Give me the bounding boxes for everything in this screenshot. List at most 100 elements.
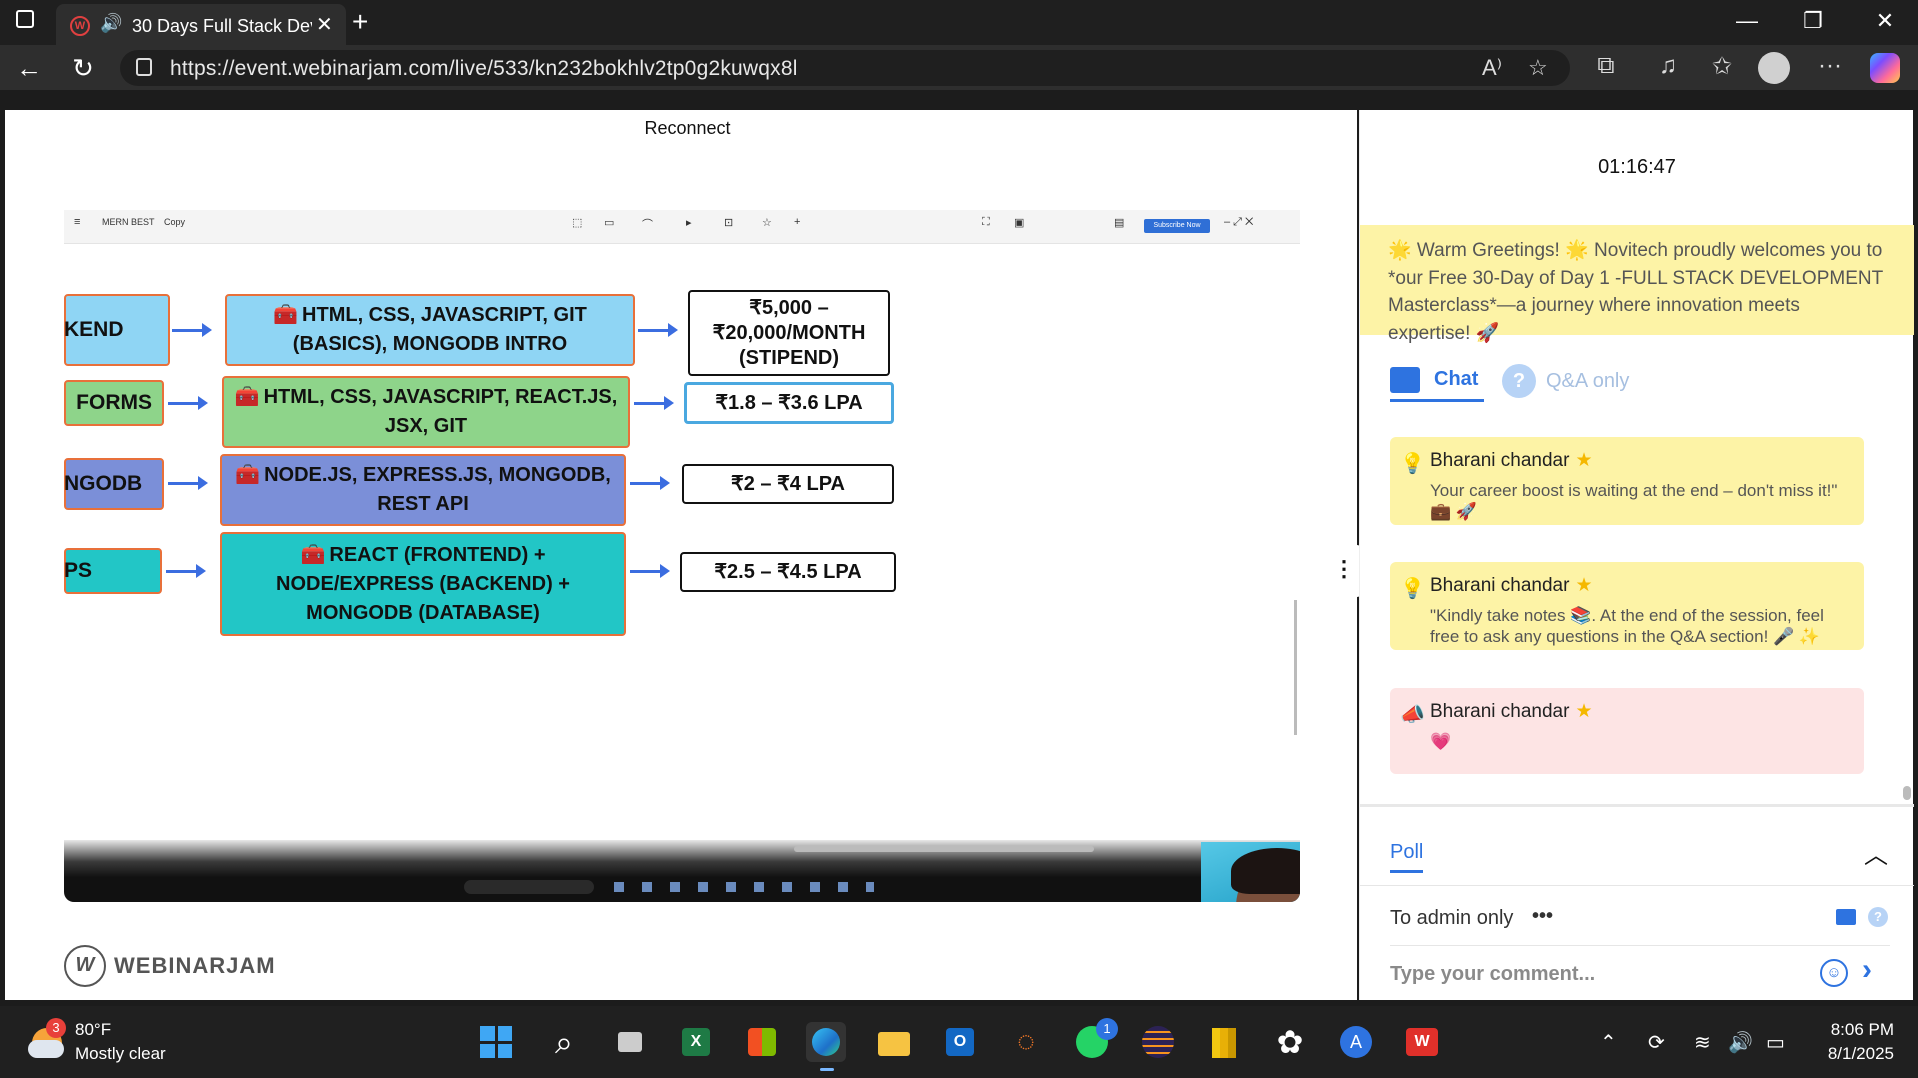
- slide-row-1-role-text: KEND: [64, 318, 124, 341]
- chat-bubble-icon[interactable]: [1836, 909, 1856, 925]
- tab-close-icon[interactable]: ✕: [316, 12, 333, 37]
- browser-essentials-icon[interactable]: ♫: [1652, 52, 1684, 80]
- more-options-icon[interactable]: ⋮: [1327, 545, 1361, 597]
- slide-row-1-skills: 🧰 HTML, CSS, JAVASCRIPT, GIT (BASICS), MO…: [225, 294, 635, 366]
- power-bi-icon[interactable]: [1204, 1022, 1244, 1062]
- whatsapp-badge: 1: [1096, 1018, 1118, 1040]
- back-arrow-icon[interactable]: ←: [12, 53, 46, 84]
- chevron-up-icon[interactable]: ⌃: [1600, 1030, 1617, 1055]
- new-tab-icon[interactable]: +: [352, 6, 368, 38]
- wps-office-icon[interactable]: W: [1402, 1022, 1442, 1062]
- slide-row-3-role-text: NGODB: [64, 472, 143, 495]
- tab-qa[interactable]: ? Q&A only: [1502, 360, 1629, 402]
- volume-icon[interactable]: 🔊: [1728, 1030, 1753, 1055]
- browser-tab[interactable]: W 🔊 30 Days Full Stack Developm ✕: [56, 4, 346, 45]
- audience-selector[interactable]: To admin only: [1390, 907, 1513, 930]
- presentation-video: ≡ MERN BEST Copy ⬚ ▭ ⌒ ▸ ⊡ ☆ + ⛶ ▣ ▤ Sub…: [64, 210, 1300, 902]
- slide-row-3-role: NGODB: [64, 458, 164, 510]
- message-text: Your career boost is waiting at the end …: [1430, 481, 1838, 521]
- favorite-star-icon[interactable]: ☆: [1528, 55, 1548, 81]
- search-icon[interactable]: ⌕: [544, 1022, 584, 1062]
- toolbox-icon: 🧰: [234, 386, 260, 408]
- copilot-icon[interactable]: [1870, 53, 1900, 83]
- shared-app-icons: [614, 882, 874, 892]
- question-icon[interactable]: ?: [1868, 907, 1888, 927]
- excel-icon[interactable]: X: [676, 1022, 716, 1062]
- tab-chat[interactable]: Chat: [1390, 360, 1485, 402]
- more-menu-icon[interactable]: ···: [1814, 52, 1846, 80]
- star-icon: ★: [1575, 575, 1593, 596]
- audience-more-icon[interactable]: •••: [1532, 905, 1553, 928]
- webinarjam-favicon-icon: W: [70, 16, 90, 36]
- chevron-up-icon[interactable]: ︿: [1864, 835, 1888, 870]
- slide-row-4-salary-text: ₹2.5 – ₹4.5 LPA: [714, 560, 862, 583]
- chat-tabs: Chat ? Q&A only: [1360, 350, 1914, 422]
- send-icon[interactable]: ›: [1862, 953, 1872, 987]
- minimize-icon[interactable]: —: [1732, 8, 1762, 34]
- divider: [1360, 885, 1914, 886]
- chat-message: 💡 Bharani chandar ★ Your career boost is …: [1390, 437, 1864, 525]
- webinarjam-mark-icon: W: [64, 945, 106, 987]
- slide-row-3-salary: ₹2 – ₹4 LPA: [682, 464, 894, 504]
- tab-actions-icon[interactable]: [16, 10, 34, 28]
- shared-screen-scrollbar: [794, 846, 1094, 852]
- window-close-icon[interactable]: ✕: [1870, 8, 1900, 34]
- cloud-icon: [28, 1040, 64, 1058]
- slide-row-3-skills-text: NODE.JS, EXPRESS.JS, MONGODB, REST API: [264, 464, 611, 515]
- tab-poll[interactable]: Poll: [1390, 841, 1424, 873]
- sync-icon[interactable]: ⟳: [1648, 1030, 1665, 1055]
- read-aloud-icon[interactable]: A⁾: [1482, 55, 1502, 81]
- edge-icon[interactable]: [806, 1022, 846, 1071]
- address-bar[interactable]: https://event.webinarjam.com/live/533/kn…: [120, 50, 1570, 86]
- slide-arrow: [168, 396, 208, 410]
- shared-tool-icon: ▣: [1014, 217, 1025, 229]
- slide-row-1-skills-text: HTML, CSS, JAVASCRIPT, GIT (BASICS), MON…: [292, 304, 587, 355]
- shared-taskbar-icons: [444, 880, 964, 894]
- slide-arrow: [172, 323, 212, 337]
- favorites-icon[interactable]: ✩: [1706, 52, 1738, 81]
- message-author: Bharani chandar: [1430, 701, 1570, 722]
- slide-row-2-role-text: FORMS: [76, 391, 152, 414]
- store-icon[interactable]: [742, 1022, 782, 1062]
- wifi-icon[interactable]: ≋: [1694, 1030, 1711, 1055]
- comment-input[interactable]: [1390, 957, 1810, 991]
- slide-arrow: [166, 564, 206, 578]
- slide-row-4-role: PS: [64, 548, 162, 594]
- file-explorer-icon[interactable]: [874, 1022, 914, 1062]
- clock-time[interactable]: 8:06 PM: [1808, 1020, 1894, 1040]
- jupyter-icon[interactable]: ◌: [1006, 1022, 1046, 1062]
- message-author: Bharani chandar: [1430, 575, 1570, 596]
- question-icon: ?: [1502, 364, 1536, 398]
- hamburger-icon: ≡: [74, 216, 81, 228]
- battery-icon[interactable]: ▭: [1766, 1030, 1785, 1055]
- chat-scrollbar[interactable]: [1903, 786, 1911, 800]
- chat-panel: 01:16:47 🌟 Warm Greetings! 🌟 Novitech pr…: [1359, 110, 1914, 1000]
- slide-row-3-skills: 🧰 NODE.JS, EXPRESS.JS, MONGODB, REST API: [220, 454, 626, 526]
- refresh-icon[interactable]: ↻: [66, 53, 100, 84]
- slide-row-4-salary: ₹2.5 – ₹4.5 LPA: [680, 552, 896, 592]
- outlook-icon[interactable]: O: [940, 1022, 980, 1062]
- start-icon[interactable]: [476, 1022, 516, 1062]
- speaker-icon[interactable]: 🔊: [100, 13, 122, 34]
- slide-row-4-skills: 🧰 REACT (FRONTEND) + NODE/EXPRESS (BACKEN…: [220, 532, 626, 636]
- greeting-banner: 🌟 Warm Greetings! 🌟 Novitech proudly wel…: [1360, 225, 1914, 344]
- shared-tool-icon: ▭: [604, 217, 615, 229]
- profile-avatar[interactable]: [1758, 52, 1790, 84]
- star-icon: ★: [1575, 450, 1593, 471]
- app-icon[interactable]: A: [1336, 1022, 1376, 1062]
- address-toolbar: ← ↻ https://event.webinarjam.com/live/53…: [0, 45, 1918, 90]
- webinarjam-logo: W WEBINARJAM: [64, 945, 276, 987]
- lock-icon: [136, 58, 152, 76]
- extensions-icon[interactable]: ⧉: [1590, 52, 1622, 80]
- restore-icon[interactable]: ❐: [1798, 8, 1828, 34]
- reconnect-button[interactable]: Reconnect: [625, 110, 750, 146]
- eclipse-icon[interactable]: [1138, 1022, 1178, 1062]
- slide-scrollbar[interactable]: [1294, 600, 1297, 735]
- emoji-icon[interactable]: ☺: [1820, 959, 1848, 987]
- weather-widget[interactable]: 3: [28, 1018, 70, 1062]
- clock-date[interactable]: 8/1/2025: [1808, 1044, 1894, 1064]
- shared-tool-icon: ⬚: [572, 217, 583, 229]
- chatgpt-icon[interactable]: ✿: [1270, 1022, 1310, 1062]
- task-view-icon[interactable]: [610, 1022, 650, 1062]
- shared-screen-taskbar: [64, 840, 1300, 902]
